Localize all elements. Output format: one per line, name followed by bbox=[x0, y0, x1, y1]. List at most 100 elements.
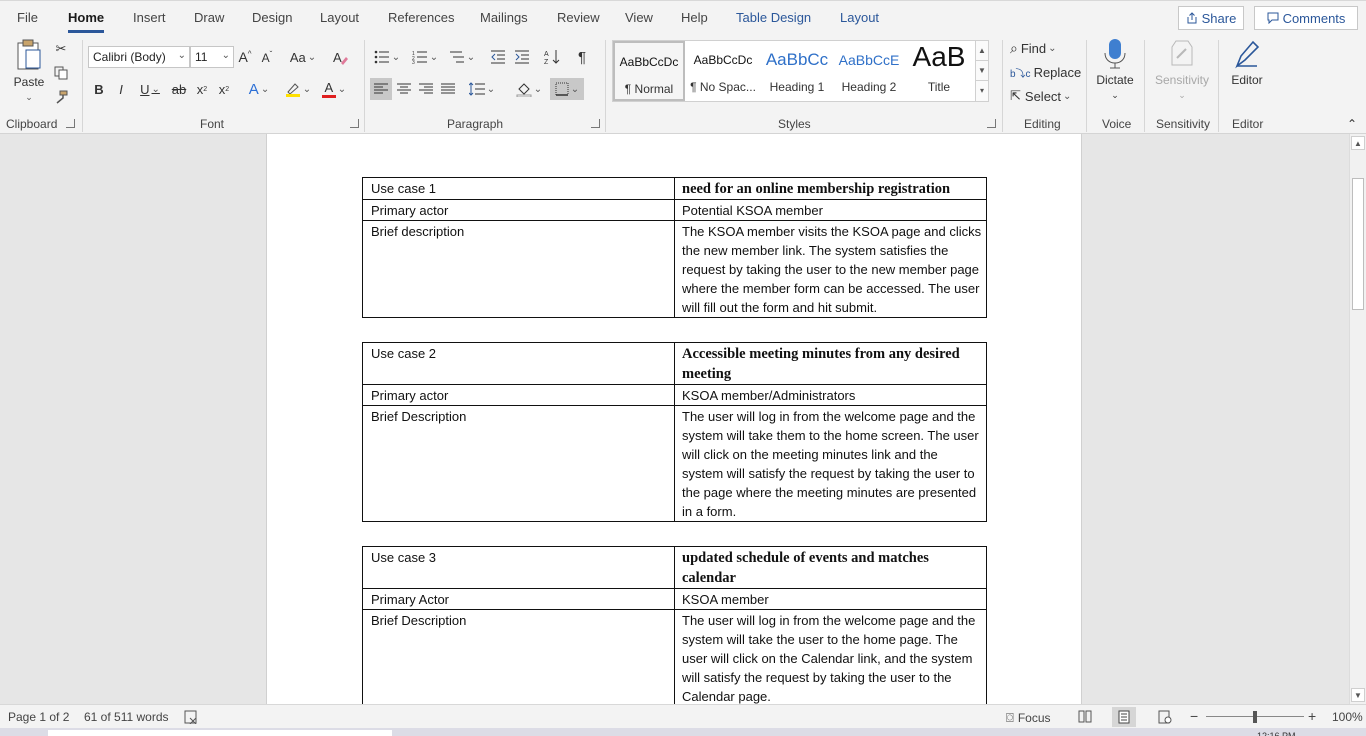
table-cell[interactable]: Primary actor bbox=[362, 199, 675, 221]
tab-references[interactable]: References bbox=[388, 10, 454, 25]
share-button[interactable]: Share bbox=[1178, 6, 1244, 30]
collapse-ribbon-button[interactable]: ⌃ bbox=[1344, 116, 1360, 132]
style-title[interactable]: AaB Title bbox=[903, 41, 975, 101]
dictate-button[interactable]: Dictate ⌄ bbox=[1092, 38, 1138, 101]
font-size-select[interactable]: 11 ⌄ bbox=[190, 46, 234, 68]
copy-button[interactable] bbox=[52, 64, 70, 82]
sort-button[interactable]: AZ bbox=[542, 46, 562, 68]
align-right-button[interactable] bbox=[416, 78, 436, 100]
clear-formatting-button[interactable]: A bbox=[330, 46, 350, 68]
subscript-button[interactable]: x2 bbox=[194, 78, 210, 100]
cut-button[interactable]: ✂ bbox=[52, 40, 70, 58]
strikethrough-button[interactable]: ab bbox=[168, 78, 190, 100]
clipboard-launcher-icon[interactable] bbox=[66, 119, 75, 128]
underline-button[interactable]: U bbox=[134, 78, 166, 100]
table-cell[interactable]: KSOA member bbox=[674, 588, 987, 610]
show-formatting-button[interactable]: ¶ bbox=[572, 46, 592, 68]
read-mode-icon[interactable] bbox=[1078, 710, 1092, 726]
focus-button[interactable]: ⌼ Focus bbox=[1006, 710, 1051, 726]
use-case-table-2[interactable]: Use case 2 Accessible meeting minutes fr… bbox=[362, 342, 987, 522]
italic-button[interactable]: I bbox=[112, 78, 130, 100]
scroll-up-icon[interactable]: ▲ bbox=[1351, 136, 1365, 150]
align-left-button[interactable] bbox=[370, 78, 392, 100]
tab-insert[interactable]: Insert bbox=[133, 10, 166, 25]
format-painter-button[interactable] bbox=[52, 88, 70, 106]
text-effects-button[interactable]: A bbox=[244, 78, 274, 100]
bullets-button[interactable] bbox=[372, 46, 402, 68]
paste-dropdown-icon[interactable]: ⌄ bbox=[25, 92, 33, 102]
style-normal[interactable]: AaBbCcDc ¶ Normal bbox=[613, 41, 685, 101]
table-cell[interactable]: updated schedule of events and matches c… bbox=[674, 546, 987, 589]
table-cell[interactable]: The user will log in from the welcome pa… bbox=[674, 405, 987, 522]
find-button[interactable]: ⌕ Find bbox=[1010, 38, 1074, 58]
table-cell[interactable]: Use case 2 bbox=[362, 342, 675, 385]
zoom-level[interactable]: 100% bbox=[1332, 710, 1363, 724]
table-cell[interactable]: KSOA member/Administrators bbox=[674, 384, 987, 406]
table-cell[interactable]: Use case 1 bbox=[362, 177, 675, 200]
font-color-button[interactable]: A bbox=[318, 78, 350, 100]
tab-help[interactable]: Help bbox=[681, 10, 708, 25]
font-name-select[interactable]: Calibri (Body) ⌄ bbox=[88, 46, 190, 68]
zoom-slider-thumb[interactable] bbox=[1253, 711, 1257, 723]
tab-home[interactable]: Home bbox=[68, 10, 105, 33]
increase-indent-button[interactable] bbox=[512, 46, 532, 68]
use-case-table-3[interactable]: Use case 3 updated schedule of events an… bbox=[362, 546, 987, 704]
table-cell[interactable]: Brief Description bbox=[362, 609, 675, 704]
style-no-spacing[interactable]: AaBbCcDc ¶ No Spac... bbox=[687, 41, 759, 101]
paste-button[interactable]: Paste ⌄ bbox=[10, 38, 48, 103]
borders-button[interactable] bbox=[550, 78, 584, 100]
change-case-button[interactable]: Aa bbox=[286, 46, 320, 68]
zoom-out-icon[interactable]: − bbox=[1190, 708, 1198, 724]
editor-button[interactable]: Editor bbox=[1224, 38, 1270, 87]
tab-table-design[interactable]: Table Design bbox=[736, 10, 811, 25]
document-page[interactable]: Use case 1 need for an online membership… bbox=[266, 134, 1082, 704]
tab-file[interactable]: File bbox=[17, 10, 38, 25]
scroll-down-icon[interactable]: ▼ bbox=[1351, 688, 1365, 702]
word-count[interactable]: 61 of 511 words bbox=[84, 710, 169, 724]
gallery-more-icon[interactable]: ▾ bbox=[976, 81, 988, 101]
table-cell[interactable]: Brief Description bbox=[362, 405, 675, 522]
tab-layout[interactable]: Layout bbox=[320, 10, 359, 25]
table-cell[interactable]: Brief description bbox=[362, 220, 675, 318]
justify-button[interactable] bbox=[438, 78, 458, 100]
table-cell[interactable]: Accessible meeting minutes from any desi… bbox=[674, 342, 987, 385]
sensitivity-dropdown-icon[interactable]: ⌄ bbox=[1178, 90, 1186, 100]
align-center-button[interactable] bbox=[394, 78, 414, 100]
proofing-icon[interactable] bbox=[184, 710, 198, 727]
table-cell[interactable]: Primary Actor bbox=[362, 588, 675, 610]
table-cell[interactable]: Potential KSOA member bbox=[674, 199, 987, 221]
gallery-down-icon[interactable]: ▼ bbox=[976, 61, 988, 81]
shading-button[interactable] bbox=[512, 78, 546, 100]
highlight-color-button[interactable] bbox=[282, 78, 314, 100]
tab-draw[interactable]: Draw bbox=[194, 10, 224, 25]
sensitivity-button[interactable]: Sensitivity ⌄ bbox=[1150, 38, 1214, 101]
replace-button[interactable]: b⤵c Replace bbox=[1010, 62, 1081, 82]
scroll-thumb[interactable] bbox=[1352, 178, 1364, 310]
style-heading-1[interactable]: AaBbCc Heading 1 bbox=[761, 41, 833, 101]
gallery-up-icon[interactable]: ▲ bbox=[976, 41, 988, 61]
table-cell[interactable]: need for an online membership registrati… bbox=[674, 177, 987, 200]
paragraph-launcher-icon[interactable] bbox=[591, 119, 600, 128]
tab-table-layout[interactable]: Layout bbox=[840, 10, 879, 25]
tab-review[interactable]: Review bbox=[557, 10, 600, 25]
grow-font-button[interactable]: A^ bbox=[236, 46, 254, 68]
zoom-in-icon[interactable]: + bbox=[1308, 708, 1316, 724]
styles-launcher-icon[interactable] bbox=[987, 119, 996, 128]
bold-button[interactable]: B bbox=[90, 78, 108, 100]
web-layout-icon[interactable] bbox=[1158, 710, 1172, 727]
use-case-table-1[interactable]: Use case 1 need for an online membership… bbox=[362, 177, 987, 318]
multilevel-list-button[interactable] bbox=[446, 46, 478, 68]
print-layout-icon[interactable] bbox=[1112, 707, 1136, 727]
table-cell[interactable]: The KSOA member visits the KSOA page and… bbox=[674, 220, 987, 318]
table-cell[interactable]: The user will log in from the welcome pa… bbox=[674, 609, 987, 704]
style-heading-2[interactable]: AaBbCcE Heading 2 bbox=[833, 41, 905, 101]
vertical-scrollbar[interactable]: ▲ ▼ bbox=[1349, 134, 1366, 704]
shrink-font-button[interactable]: Aˇ bbox=[258, 46, 276, 68]
font-launcher-icon[interactable] bbox=[350, 119, 359, 128]
taskbar-search[interactable] bbox=[48, 730, 392, 736]
comments-button[interactable]: Comments bbox=[1254, 6, 1358, 30]
table-cell[interactable]: Primary actor bbox=[362, 384, 675, 406]
tab-design[interactable]: Design bbox=[252, 10, 292, 25]
page-count[interactable]: Page 1 of 2 bbox=[8, 710, 69, 724]
superscript-button[interactable]: x2 bbox=[216, 78, 232, 100]
